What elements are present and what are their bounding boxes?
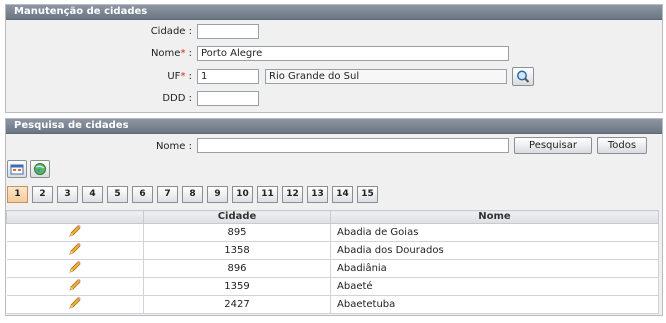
table-row[interactable]: 2427 Abaetetuba bbox=[6, 295, 659, 314]
page-button-7[interactable]: 7 bbox=[157, 186, 178, 203]
edit-cell[interactable] bbox=[6, 277, 144, 296]
cidade-name-cell: Abaeté bbox=[330, 277, 659, 296]
nome-input[interactable]: Porto Alegre bbox=[197, 46, 509, 61]
uf-required-marker: * bbox=[180, 71, 186, 82]
magnifier-icon bbox=[517, 70, 530, 83]
cidade-name-cell: Abaetetuba bbox=[330, 295, 659, 314]
new-record-button[interactable] bbox=[7, 160, 27, 178]
edit-cell[interactable] bbox=[6, 241, 144, 260]
ddd-label: DDD : bbox=[162, 93, 192, 104]
page-button-4[interactable]: 4 bbox=[82, 186, 103, 203]
page-button-13[interactable]: 13 bbox=[307, 186, 328, 203]
nome-required-marker: * bbox=[180, 48, 186, 59]
table-row[interactable]: 895 Abadia de Goias bbox=[6, 223, 659, 242]
uf-name-display: Rio Grande do Sul bbox=[265, 69, 507, 84]
cidade-label: Cidade : bbox=[150, 26, 192, 37]
page-button-3[interactable]: 3 bbox=[57, 186, 78, 203]
pencil-icon[interactable] bbox=[67, 242, 83, 256]
table-row[interactable]: 1358 Abadia dos Dourados bbox=[6, 241, 659, 260]
table-row[interactable]: 1359 Abaeté bbox=[6, 277, 659, 296]
pencil-icon[interactable] bbox=[67, 260, 83, 274]
edit-cell[interactable] bbox=[6, 223, 144, 242]
cidade-code-cell: 896 bbox=[143, 259, 331, 278]
page-button-9[interactable]: 9 bbox=[207, 186, 228, 203]
nome-column-header[interactable]: Nome bbox=[330, 210, 659, 224]
nome-label-group: Nome* : bbox=[130, 48, 192, 59]
table-header-row: Cidade Nome bbox=[6, 210, 659, 224]
page-button-15[interactable]: 15 bbox=[357, 186, 378, 203]
pesquisar-button[interactable]: Pesquisar bbox=[514, 137, 592, 154]
pencil-icon[interactable] bbox=[67, 278, 83, 292]
cidade-code-cell: 1359 bbox=[143, 277, 331, 296]
pencil-icon[interactable] bbox=[67, 224, 83, 238]
page-button-8[interactable]: 8 bbox=[182, 186, 203, 203]
refresh-globe-icon bbox=[34, 163, 46, 175]
cidade-name-cell: Abadia de Goias bbox=[330, 223, 659, 242]
nome-label: Nome bbox=[150, 48, 181, 59]
uf-separator: : bbox=[188, 71, 192, 82]
todos-button[interactable]: Todos bbox=[597, 137, 647, 154]
edit-cell[interactable] bbox=[6, 295, 144, 314]
table-row[interactable]: 896 Abadiânia bbox=[6, 259, 659, 278]
page-button-10[interactable]: 10 bbox=[232, 186, 253, 203]
edit-column-header bbox=[6, 210, 144, 224]
refresh-button[interactable] bbox=[30, 160, 50, 178]
nome-separator: : bbox=[188, 48, 192, 59]
cidade-column-header[interactable]: Cidade bbox=[143, 210, 331, 224]
uf-code-input[interactable]: 1 bbox=[197, 69, 259, 84]
uf-label: UF bbox=[167, 71, 181, 82]
cidade-name-cell: Abadiânia bbox=[330, 259, 659, 278]
page-button-12[interactable]: 12 bbox=[282, 186, 303, 203]
new-record-icon bbox=[10, 164, 24, 175]
cidade-input[interactable] bbox=[197, 24, 259, 39]
ddd-input[interactable] bbox=[197, 91, 259, 106]
uf-search-button[interactable] bbox=[512, 67, 534, 86]
search-panel-title: Pesquisa de cidades bbox=[6, 119, 662, 134]
page-button-14[interactable]: 14 bbox=[332, 186, 353, 203]
edit-cell[interactable] bbox=[6, 259, 144, 278]
maintenance-panel-title: Manutenção de cidades bbox=[6, 5, 662, 20]
cidade-code-cell: 895 bbox=[143, 223, 331, 242]
cidade-code-cell: 1358 bbox=[143, 241, 331, 260]
cities-table: Cidade Nome 895 Abadia de Goias 1358 Aba… bbox=[6, 210, 659, 314]
page-button-5[interactable]: 5 bbox=[107, 186, 128, 203]
cidade-code-cell: 2427 bbox=[143, 295, 331, 314]
search-nome-input[interactable] bbox=[197, 138, 509, 153]
page-button-6[interactable]: 6 bbox=[132, 186, 153, 203]
page-button-1[interactable]: 1 bbox=[7, 186, 28, 203]
search-nome-label: Nome : bbox=[155, 141, 192, 152]
uf-label-group: UF* : bbox=[150, 71, 192, 82]
page-button-2[interactable]: 2 bbox=[32, 186, 53, 203]
page-button-11[interactable]: 11 bbox=[257, 186, 278, 203]
pencil-icon[interactable] bbox=[67, 296, 83, 310]
cidade-name-cell: Abadia dos Dourados bbox=[330, 241, 659, 260]
